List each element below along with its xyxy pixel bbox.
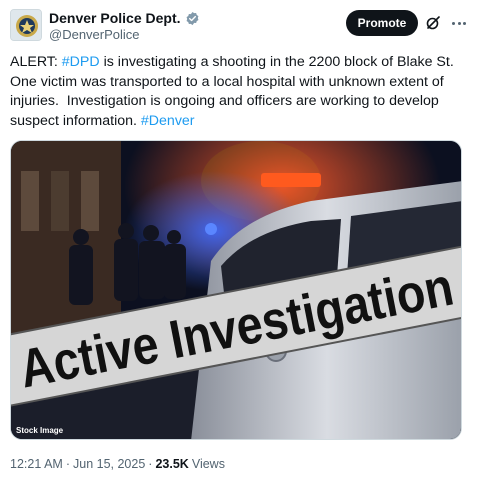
tweet-card: Denver Police Dept. @DenverPolice Promot…: [0, 0, 477, 479]
tweet-media-image[interactable]: Active Investigation Stock Image: [10, 140, 462, 440]
hashtag-link[interactable]: #Denver: [141, 113, 195, 129]
police-scene-image: Active Investigation: [11, 141, 461, 439]
views-count: 23.5K: [155, 457, 189, 471]
tweet-text-segment: ALERT:: [10, 54, 62, 70]
more-icon[interactable]: [450, 14, 468, 32]
police-badge-icon: [11, 10, 41, 40]
handle[interactable]: @DenverPolice: [49, 27, 140, 42]
grok-icon[interactable]: [425, 15, 441, 31]
avatar[interactable]: [10, 9, 42, 41]
author-name-row: Denver Police Dept.: [49, 10, 200, 26]
stock-image-label: Stock Image: [16, 426, 64, 435]
display-name[interactable]: Denver Police Dept.: [49, 10, 181, 26]
views-label: Views: [191, 457, 225, 471]
tweet-text: ALERT: #DPD is investigating a shooting …: [10, 53, 470, 131]
tweet-time[interactable]: 12:21 AM: [10, 457, 63, 471]
dot: [457, 21, 461, 25]
tweet-date[interactable]: Jun 15, 2025: [73, 457, 145, 471]
verified-badge-icon: [185, 11, 200, 26]
dot: [463, 21, 466, 25]
dot: [452, 21, 455, 25]
tweet-meta: 12:21 AM · Jun 15, 2025 · 23.5K Views: [10, 457, 225, 471]
meta-separator: ·: [148, 457, 153, 471]
promote-button[interactable]: Promote: [346, 10, 418, 36]
meta-separator: ·: [65, 457, 70, 471]
hashtag-link[interactable]: #DPD: [62, 54, 100, 70]
